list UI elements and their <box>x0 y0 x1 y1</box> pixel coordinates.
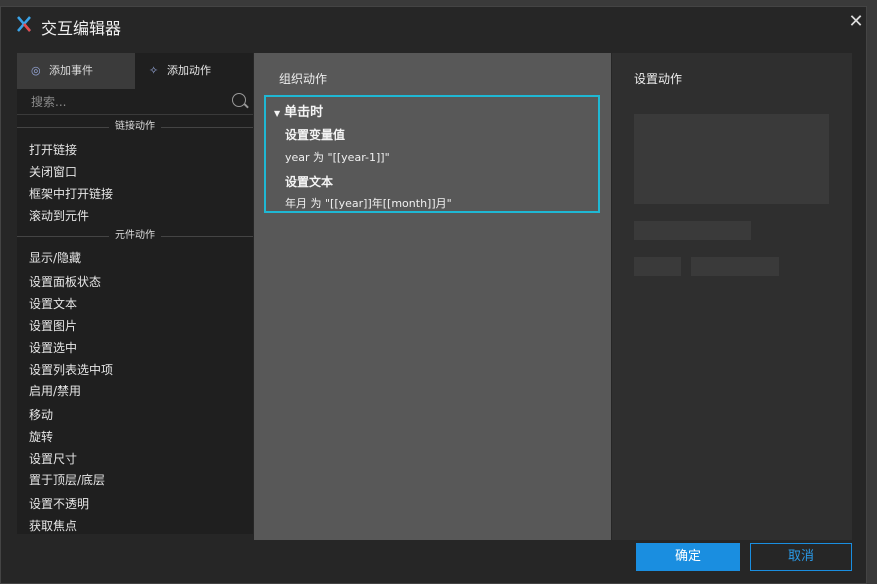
action-item[interactable]: 设置选中 <box>29 339 77 356</box>
sparkle-icon: ✧ <box>149 64 159 77</box>
action-item[interactable]: 设置文本 <box>29 295 77 312</box>
confirm-button[interactable]: 确定 <box>636 543 740 571</box>
action-name[interactable]: 设置变量值 <box>285 126 345 143</box>
search-bar <box>17 89 253 115</box>
event-header[interactable]: ▼ 单击时 <box>274 101 323 120</box>
action-item[interactable]: 设置不透明 <box>29 495 89 512</box>
event-block[interactable]: ▼ 单击时 设置变量值 year 为 "[[year-1]]" 设置文本 年月 为… <box>264 95 600 213</box>
section-header-link-actions: 链接动作 <box>17 119 253 135</box>
organize-actions-panel: 组织动作 ▼ 单击时 设置变量值 year 为 "[[year-1]]" 设置文本… <box>254 53 611 540</box>
action-item[interactable]: 设置列表选中项 <box>29 361 113 378</box>
tab-label: 添加动作 <box>167 64 211 77</box>
action-item[interactable]: 显示/隐藏 <box>29 249 81 266</box>
placeholder-block <box>634 221 751 240</box>
action-item[interactable]: 移动 <box>29 406 53 423</box>
title-bar: 交互编辑器 ✕ <box>1 7 868 43</box>
event-icon: ◎ <box>31 64 41 77</box>
action-item[interactable]: 旋转 <box>29 428 53 445</box>
search-input[interactable] <box>29 93 223 111</box>
action-item[interactable]: 框架中打开链接 <box>29 185 113 202</box>
interaction-editor-dialog: 交互编辑器 ✕ ◎ 添加事件 ✧ 添加动作 链接动作 打开链接 关闭窗口 框架中打开… <box>0 6 867 584</box>
action-item[interactable]: 滚动到元件 <box>29 207 89 224</box>
action-detail[interactable]: year 为 "[[year-1]]" <box>285 149 390 165</box>
window-title: 交互编辑器 <box>41 19 122 38</box>
actions-library-panel: ◎ 添加事件 ✧ 添加动作 链接动作 打开链接 关闭窗口 框架中打开链接 滚动到元件… <box>17 53 253 534</box>
action-item[interactable]: 设置面板状态 <box>29 273 101 290</box>
action-item[interactable]: 设置图片 <box>29 317 77 334</box>
caret-down-icon[interactable]: ▼ <box>274 109 280 118</box>
tab-add-action[interactable]: ✧ 添加动作 <box>135 53 253 89</box>
action-item[interactable]: 置于顶层/底层 <box>29 471 105 488</box>
search-icon[interactable] <box>232 93 246 107</box>
placeholder-block <box>691 257 779 276</box>
event-label: 单击时 <box>284 105 324 120</box>
action-detail[interactable]: 年月 为 "[[year]]年[[month]]月" <box>285 195 452 211</box>
cancel-button[interactable]: 取消 <box>750 543 852 571</box>
action-item[interactable]: 设置尺寸 <box>29 450 77 467</box>
tab-label: 添加事件 <box>49 64 93 77</box>
tab-add-event[interactable]: ◎ 添加事件 <box>17 53 135 89</box>
configure-action-panel: 设置动作 <box>612 53 852 540</box>
action-item[interactable]: 关闭窗口 <box>29 163 77 180</box>
app-logo-icon <box>17 16 31 32</box>
section-header-widget-actions: 元件动作 <box>17 228 253 244</box>
panel-title: 组织动作 <box>279 72 328 86</box>
close-icon[interactable]: ✕ <box>847 13 865 31</box>
action-item[interactable]: 获取焦点 <box>29 517 77 534</box>
placeholder-block <box>634 257 681 276</box>
panel-title: 设置动作 <box>634 72 683 86</box>
action-name[interactable]: 设置文本 <box>285 173 333 190</box>
action-item[interactable]: 打开链接 <box>29 141 77 158</box>
placeholder-block <box>634 114 829 204</box>
action-item[interactable]: 启用/禁用 <box>29 382 81 399</box>
